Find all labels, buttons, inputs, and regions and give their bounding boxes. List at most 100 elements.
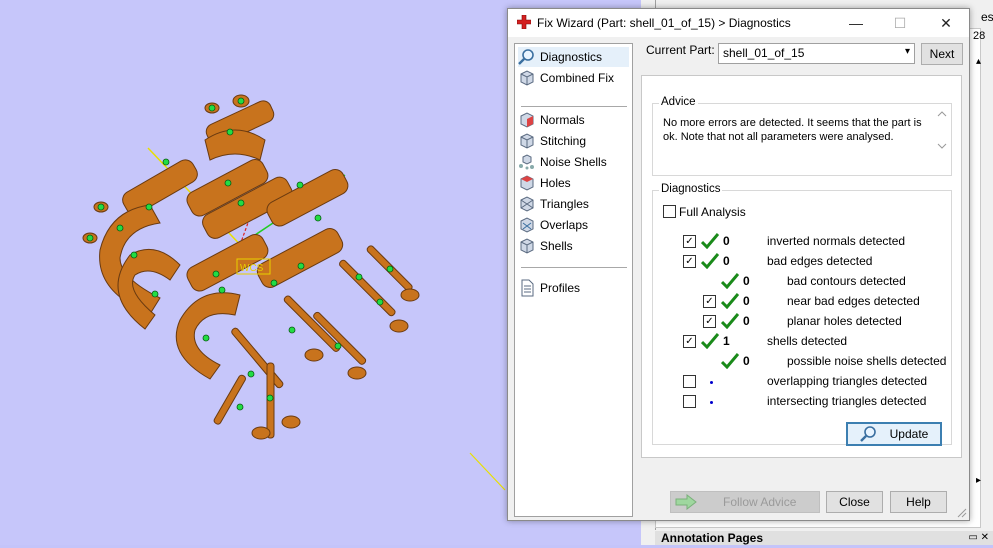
red-cross-icon [517,15,531,29]
nav-item-stitching[interactable]: Stitching [518,131,629,151]
bad-edges-checkbox[interactable]: ✓ [683,255,696,268]
shells-cube-icon [520,238,534,254]
nav-separator [521,106,627,107]
near-bad-edges-count: 0 [743,294,750,308]
wizard-nav: Diagnostics Combined Fix Normals Stitchi… [514,43,633,517]
nav-label: Noise Shells [540,155,607,169]
nav-item-shells[interactable]: Shells [518,236,629,256]
current-part-value: shell_01_of_15 [723,46,805,60]
nav-label: Overlaps [540,218,589,232]
nav-item-triangles[interactable]: Triangles [518,194,629,214]
nav-item-noise-shells[interactable]: Noise Shells [518,152,629,172]
nav-label: Diagnostics [540,50,603,64]
close-window-button[interactable]: ✕ [934,13,958,33]
nav-label: Normals [540,113,585,127]
triangles-cube-icon [520,196,534,212]
nav-item-normals[interactable]: Normals [518,110,629,130]
holes-cube-icon [520,175,534,191]
cube-icon [520,70,534,86]
nav-label: Profiles [540,281,581,295]
nav-item-profiles[interactable]: Profiles [518,278,629,298]
shells-checkbox[interactable]: ✓ [683,335,696,348]
green-check-icon [701,233,719,249]
near-bad-edges-checkbox[interactable]: ✓ [703,295,716,308]
update-button[interactable]: Update [846,422,942,446]
intersecting-triangles-checkbox[interactable] [683,395,696,408]
magnifier-icon [859,426,876,442]
annotation-pages-header[interactable]: Annotation Pages ▭ ✕ [655,531,993,545]
near-bad-edges-label: near bad edges detected [787,294,920,308]
magnifier-icon [518,49,534,65]
noise-shells-count: 0 [743,354,750,368]
nav-item-diagnostics[interactable]: Diagnostics [518,47,629,67]
scroll-up-icon[interactable]: ▴ [976,56,981,67]
green-check-icon [721,313,739,329]
noise-shells-label: possible noise shells detected [787,354,947,368]
overlaps-cube-icon [520,217,534,233]
overlapping-triangles-checkbox[interactable] [683,375,696,388]
dialog-titlebar[interactable]: Fix Wizard (Part: shell_01_of_15) > Diag… [508,9,969,37]
bad-contours-label: bad contours detected [787,274,906,288]
help-button[interactable]: Help [890,491,947,513]
overlapping-triangles-label: overlapping triangles detected [767,374,928,388]
current-part-label: Current Part: [646,43,715,57]
advice-group: Advice No more errors are detected. It s… [652,96,952,176]
noise-shells-icon [519,154,534,170]
document-icon [521,279,534,297]
inverted-normals-checkbox[interactable]: ✓ [683,235,696,248]
full-analysis-label: Full Analysis [679,205,746,219]
fix-wizard-dialog: Fix Wizard (Part: shell_01_of_15) > Diag… [507,8,970,521]
chevron-down-icon: ▾ [904,46,910,57]
green-check-icon [721,293,739,309]
maximize-button[interactable]: ☐ [888,13,912,33]
nav-label: Stitching [540,134,587,148]
planar-holes-count: 0 [743,314,750,328]
current-part-select[interactable]: shell_01_of_15 ▾ [718,43,915,64]
nav-item-combined-fix[interactable]: Combined Fix [518,68,629,88]
stitching-cube-icon [520,133,534,149]
advice-title: Advice [659,96,698,108]
planar-holes-label: planar holes detected [787,314,902,328]
nav-item-holes[interactable]: Holes [518,173,629,193]
green-check-icon [721,273,739,289]
inverted-normals-count: 0 [723,234,730,248]
nav-separator [521,267,627,268]
bad-contours-count: 0 [743,274,750,288]
nav-item-overlaps[interactable]: Overlaps [518,215,629,235]
corner-number: 28 [973,30,986,42]
tab-fragment[interactable]: es [981,10,993,24]
bad-edges-label: bad edges detected [767,254,873,268]
diagnostics-group: Diagnostics Full Analysis ✓ 0 inverted n… [652,183,952,446]
nav-label: Holes [540,176,571,190]
close-button[interactable]: Close [826,491,883,513]
dialog-title: Fix Wizard (Part: shell_01_of_15) > Diag… [537,16,791,30]
update-label: Update [889,427,929,441]
scroll-right-icon[interactable]: ▸ [976,475,981,486]
green-check-icon [701,253,719,269]
wcs-label: WCS [240,263,264,274]
arrow-right-icon [675,494,697,510]
intersecting-triangles-label: intersecting triangles detected [767,394,927,408]
minimize-button[interactable]: — [844,13,868,33]
advice-text: No more errors are detected. It seems th… [663,117,922,143]
annotation-pages-title: Annotation Pages [661,531,764,545]
shells-label: shells detected [767,334,848,348]
pending-dot-icon [710,401,713,404]
advice-scrollbar[interactable] [935,108,949,152]
next-button[interactable]: Next [921,43,963,65]
full-analysis-checkbox[interactable] [663,205,676,218]
axis-line-far [469,452,506,491]
diagnostics-panel: Advice No more errors are detected. It s… [641,75,962,458]
follow-advice-button[interactable]: Follow Advice [670,491,820,513]
nav-label: Triangles [540,197,589,211]
planar-holes-checkbox[interactable]: ✓ [703,315,716,328]
green-check-icon [701,333,719,349]
nav-label: Shells [540,239,573,253]
inverted-normals-label: inverted normals detected [767,234,906,248]
annotation-controls-icon[interactable]: ▭ ✕ [968,531,989,545]
bad-edges-count: 0 [723,254,730,268]
green-check-icon [721,353,739,369]
resize-grip-icon[interactable] [957,508,967,518]
diagnostics-title: Diagnostics [659,183,723,195]
follow-advice-label: Follow Advice [723,495,797,509]
